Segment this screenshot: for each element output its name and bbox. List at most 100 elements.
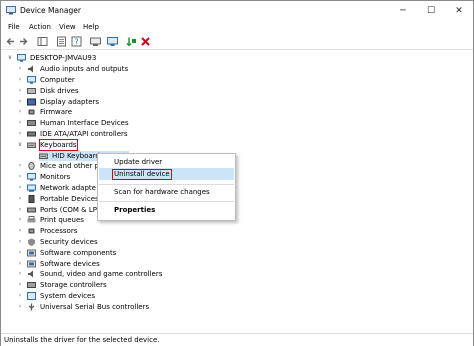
collapse-chevron-icon[interactable]: ∨	[17, 140, 23, 150]
tree-category[interactable]: › Human Interface Devices	[17, 118, 257, 128]
menu-separator	[99, 201, 234, 202]
tree-category-label: Portable Devices	[40, 194, 99, 203]
tree-category[interactable]: › Software components	[17, 248, 257, 258]
tree-category[interactable]: › Audio inputs and outputs	[17, 64, 257, 74]
tree-category[interactable]: › Sound, video and game controllers	[17, 269, 257, 279]
tree-category-label: Mice and other p	[40, 162, 100, 171]
expand-chevron-icon[interactable]: ›	[17, 237, 23, 247]
update-driver-item[interactable]: Update driver	[114, 158, 162, 166]
update-driver-icon[interactable]	[90, 36, 101, 47]
tree-category-label: Processors	[40, 227, 78, 236]
tree-category[interactable]: › Display adapters	[17, 97, 257, 107]
software-icon	[27, 249, 36, 257]
tree-category-label: Computer	[40, 76, 75, 84]
hid-icon	[27, 120, 36, 127]
tree-category-label: Disk drives	[40, 86, 79, 95]
expand-chevron-icon[interactable]: ›	[17, 194, 23, 204]
tree-category[interactable]: › Disk drives	[17, 86, 257, 96]
uninstall-device-label: Uninstall device	[114, 170, 170, 178]
menu-action[interactable]: Action	[29, 23, 51, 31]
tree-category-label: Firmware	[40, 108, 73, 117]
tree-root-label: DESKTOP-JMVAU93	[30, 54, 97, 62]
tree-category[interactable]: › Security devices	[17, 237, 257, 247]
menu-file[interactable]: File	[8, 23, 20, 31]
tree-category[interactable]: ∨ Keyboards	[17, 138, 257, 151]
device-manager-window: Device Manager ─ ☐ ✕ File Action View He…	[0, 0, 474, 346]
device-manager-icon	[6, 6, 16, 15]
storage-icon	[27, 282, 36, 289]
expand-chevron-icon[interactable]: ›	[17, 215, 23, 225]
computer-icon	[17, 54, 26, 62]
expand-chevron-icon[interactable]: ›	[17, 291, 23, 301]
expand-chevron-icon[interactable]: ›	[17, 172, 23, 182]
expand-chevron-icon[interactable]: ›	[17, 97, 23, 107]
properties-item[interactable]: Properties	[114, 206, 155, 214]
minimize-button[interactable]: ─	[389, 1, 417, 21]
device-tree: ∨ DESKTOP-JMVAU93 › Audio inputs and output…	[1, 50, 473, 333]
tree-category-label: Monitors	[40, 173, 71, 182]
expand-chevron-icon[interactable]: ›	[17, 161, 23, 171]
keyboard-icon	[27, 142, 36, 148]
tree-category-label: Ports (COM & LP	[40, 205, 97, 214]
window-title: Device Manager	[20, 6, 81, 15]
menu-help[interactable]: Help	[83, 23, 99, 31]
expand-chevron-icon[interactable]: ›	[17, 183, 23, 193]
enable-device-icon[interactable]	[126, 36, 137, 47]
help-icon[interactable]: ?	[71, 36, 82, 47]
tree-category-label: Human Interface Devices	[40, 119, 129, 128]
tree-category[interactable]: › Firmware	[17, 107, 257, 117]
tree-category[interactable]: › IDE ATA/ATAPI controllers	[17, 129, 257, 139]
tree-category[interactable]: › System devices	[17, 291, 257, 301]
monitor-icon	[27, 76, 36, 84]
menu-separator	[99, 184, 234, 185]
menu-view[interactable]: View	[59, 23, 76, 31]
tree-category[interactable]: › Universal Serial Bus controllers	[17, 302, 257, 312]
tree-category[interactable]: › Storage controllers	[17, 280, 257, 290]
uninstall-device-icon[interactable]	[140, 36, 151, 47]
keyboard-icon	[39, 153, 48, 159]
context-menu: Update driver Uninstall device Scan for …	[97, 153, 236, 221]
tree-category[interactable]: › Software devices	[17, 259, 257, 269]
tree-category-label: Keyboards	[39, 138, 78, 151]
expand-chevron-icon[interactable]: ›	[17, 64, 23, 74]
expand-chevron-icon[interactable]: ›	[17, 226, 23, 236]
expand-chevron-icon[interactable]: ›	[17, 86, 23, 96]
monitor-icon	[27, 173, 36, 181]
expand-chevron-icon[interactable]: ›	[17, 248, 23, 258]
chip-icon	[28, 228, 35, 234]
tree-category-label: Software components	[40, 248, 117, 257]
maximize-button[interactable]: ☐	[417, 1, 445, 21]
tree-root[interactable]: ∨ DESKTOP-JMVAU93	[7, 53, 207, 63]
scan-hardware-item[interactable]: Scan for hardware changes	[114, 188, 210, 196]
tree-category[interactable]: › Computer	[17, 75, 257, 85]
printer-icon	[27, 216, 36, 223]
expand-chevron-icon[interactable]: ›	[17, 205, 23, 215]
back-icon[interactable]	[5, 36, 16, 47]
collapse-chevron-icon[interactable]: ∨	[7, 53, 13, 63]
expand-chevron-icon[interactable]: ›	[17, 129, 23, 139]
title-bar: Device Manager ─ ☐ ✕	[1, 1, 473, 21]
tree-category-label: IDE ATA/ATAPI controllers	[40, 130, 128, 138]
port-icon	[27, 207, 36, 213]
tree-category-label: Storage controllers	[40, 281, 107, 290]
tree-category-label: Print queues	[40, 216, 84, 225]
status-text: Uninstalls the driver for the selected d…	[4, 336, 160, 344]
expand-chevron-icon[interactable]: ›	[17, 269, 23, 279]
close-button[interactable]: ✕	[445, 1, 473, 21]
network-icon	[27, 184, 36, 192]
expand-chevron-icon[interactable]: ›	[17, 259, 23, 269]
expand-chevron-icon[interactable]: ›	[17, 280, 23, 290]
disk-icon	[27, 87, 36, 94]
tree-category-label: Universal Serial Bus controllers	[40, 302, 150, 311]
tree-category[interactable]: › Processors	[17, 226, 257, 236]
forward-icon[interactable]	[18, 36, 29, 47]
scan-hardware-icon[interactable]	[107, 36, 118, 47]
show-hide-console-tree-icon[interactable]	[37, 36, 48, 47]
properties-icon[interactable]	[56, 36, 67, 47]
expand-chevron-icon[interactable]: ›	[17, 75, 23, 85]
expand-chevron-icon[interactable]: ›	[17, 118, 23, 128]
expand-chevron-icon[interactable]: ›	[17, 302, 23, 312]
expand-chevron-icon[interactable]: ›	[17, 107, 23, 117]
tree-category-label: Audio inputs and outputs	[40, 65, 129, 74]
toolbar: ?	[1, 34, 473, 50]
